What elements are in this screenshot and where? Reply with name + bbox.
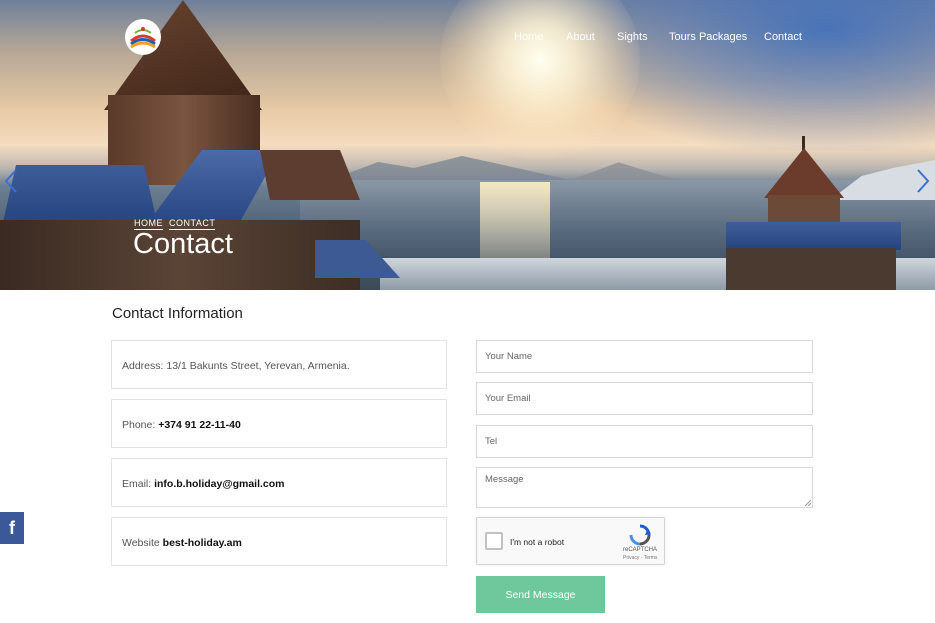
address-text: Address: 13/1 Bakunts Street, Yerevan, A…	[122, 360, 350, 372]
recaptcha-brand: reCAPTCHA	[623, 547, 658, 553]
nav-tours-packages[interactable]: Tours Packages	[669, 31, 747, 43]
email-field[interactable]: Your Email	[476, 382, 813, 415]
chevron-left-icon[interactable]	[4, 168, 18, 194]
email-placeholder: Your Email	[485, 393, 531, 404]
tel-placeholder: Tel	[485, 436, 498, 447]
page-title: Contact	[133, 228, 233, 260]
email-value[interactable]: info.b.holiday@gmail.com	[154, 478, 284, 490]
blue-roof	[315, 240, 400, 278]
recaptcha-checkbox[interactable]	[485, 532, 503, 550]
resize-grip-icon[interactable]	[804, 499, 811, 506]
monastery-right	[720, 130, 935, 290]
email-box: Email: info.b.holiday@gmail.com	[111, 458, 447, 507]
message-field[interactable]: Message	[476, 467, 813, 508]
message-placeholder: Message	[485, 474, 524, 485]
name-field[interactable]: Your Name	[476, 340, 813, 373]
chevron-right-icon[interactable]	[916, 168, 930, 194]
recaptcha-label: I'm not a robot	[510, 537, 565, 547]
cross	[802, 136, 805, 150]
tel-field[interactable]: Tel	[476, 425, 813, 458]
hero-banner: Home About Sights Tours Packages Contact…	[0, 0, 935, 290]
recaptcha-widget: I'm not a robot reCAPTCHA Privacy - Term…	[476, 517, 665, 565]
address-box: Address: 13/1 Bakunts Street, Yerevan, A…	[111, 340, 447, 389]
phone-box: Phone: +374 91 22-11-40	[111, 399, 447, 448]
website-label: Website	[122, 537, 163, 549]
section-title: Contact Information	[112, 305, 243, 322]
nav-contact[interactable]: Contact	[764, 31, 802, 43]
phone-line: Phone: +374 91 22-11-40	[122, 419, 241, 431]
website-box: Website best-holiday.am	[111, 517, 447, 566]
send-message-button[interactable]: Send Message	[476, 576, 605, 613]
recaptcha-icon	[629, 524, 651, 546]
phone-value[interactable]: +374 91 22-11-40	[158, 419, 241, 431]
brown-roof	[260, 150, 360, 200]
email-line: Email: info.b.holiday@gmail.com	[122, 478, 285, 490]
recaptcha-terms[interactable]: Privacy - Terms	[623, 555, 657, 561]
tower-roof	[104, 0, 262, 110]
nav-about[interactable]: About	[566, 31, 595, 43]
stone-wall	[726, 248, 896, 290]
breadcrumb: HOME CONTACT	[134, 218, 216, 230]
name-placeholder: Your Name	[485, 351, 533, 362]
email-label: Email:	[122, 478, 155, 490]
phone-label: Phone:	[122, 419, 159, 431]
site-logo[interactable]	[125, 19, 161, 55]
website-line: Website best-holiday.am	[122, 537, 242, 549]
nav-sights[interactable]: Sights	[617, 31, 648, 43]
tower-roof	[764, 148, 844, 198]
website-value[interactable]: best-holiday.am	[163, 537, 242, 549]
nav-home[interactable]: Home	[514, 31, 543, 43]
facebook-icon[interactable]: f	[0, 512, 24, 544]
blue-roof	[726, 222, 901, 250]
